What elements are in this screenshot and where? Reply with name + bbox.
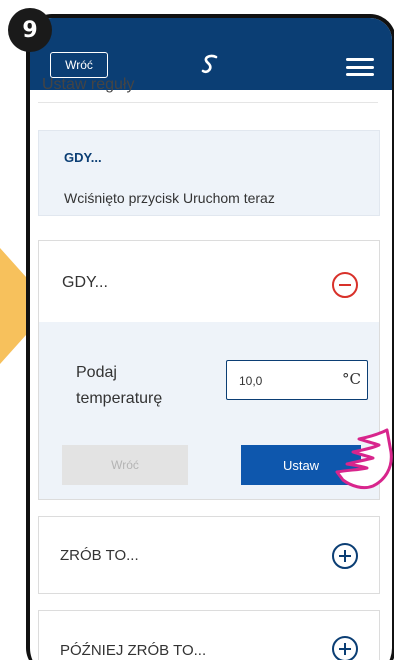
temperature-unit: °C <box>342 370 361 388</box>
add-action-button[interactable] <box>332 543 358 569</box>
info-title: GDY... <box>64 150 102 165</box>
later-card-title: PÓŹNIEJ ZRÓB TO... <box>60 642 207 659</box>
page-subtitle: Ustaw reguły <box>42 76 135 93</box>
temperature-value: 10,0 <box>239 374 263 388</box>
when-card-title: GDY... <box>62 274 108 291</box>
step-badge: 9 <box>8 8 52 52</box>
add-later-action-button[interactable] <box>332 636 358 660</box>
pointing-hand-icon <box>335 428 393 490</box>
do-card-title: ZRÓB TO... <box>60 547 139 564</box>
when-back-button[interactable]: Wróć <box>62 445 188 485</box>
temperature-label: Podaj temperaturę <box>76 364 163 407</box>
divider <box>38 102 378 103</box>
remove-condition-button[interactable] <box>332 272 358 298</box>
info-text: Wciśnięto przycisk Uruchom teraz <box>64 190 275 206</box>
